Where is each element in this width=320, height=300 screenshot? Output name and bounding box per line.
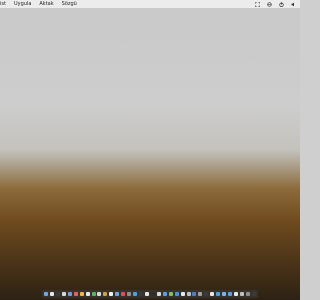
dock-app-icon[interactable] bbox=[109, 292, 114, 296]
dock-app-icon[interactable] bbox=[216, 292, 221, 296]
dock-app-icon[interactable] bbox=[67, 292, 72, 296]
menu-item-file[interactable]: ist bbox=[0, 0, 6, 8]
dock-app-icon[interactable] bbox=[251, 292, 256, 296]
dock-app-icon[interactable] bbox=[156, 292, 161, 296]
menu-item-dictionary[interactable]: Sözgü bbox=[62, 0, 77, 8]
dock-app-icon[interactable] bbox=[174, 292, 179, 296]
dock-app-icon[interactable] bbox=[55, 292, 60, 296]
dock-app-icon[interactable] bbox=[210, 292, 215, 296]
dock-app-icon[interactable] bbox=[103, 292, 108, 296]
expand-icon[interactable] bbox=[255, 1, 260, 7]
dock-app-icon[interactable] bbox=[239, 292, 244, 296]
dock-app-icon[interactable] bbox=[228, 292, 233, 296]
dock-app-icon[interactable] bbox=[61, 292, 66, 296]
dock-app-icon[interactable] bbox=[192, 292, 197, 296]
dock-app-icon[interactable] bbox=[79, 292, 84, 296]
dock-app-icon[interactable] bbox=[139, 292, 143, 296]
dock-app-icon[interactable] bbox=[162, 292, 167, 296]
dock-app-icon[interactable] bbox=[222, 292, 227, 296]
dock-app-icon[interactable] bbox=[115, 292, 120, 296]
dock-app-icon[interactable] bbox=[186, 292, 191, 296]
dock-app-icon[interactable] bbox=[73, 292, 78, 296]
dock-app-icon[interactable] bbox=[234, 292, 238, 296]
settings-icon[interactable] bbox=[267, 1, 272, 7]
dock-app-icon[interactable] bbox=[180, 292, 185, 296]
dock-app-icon[interactable] bbox=[245, 292, 250, 296]
desktop-wallpaper bbox=[0, 0, 300, 300]
dock-app-icon[interactable] bbox=[49, 292, 54, 296]
dock bbox=[42, 290, 258, 298]
speaker-icon[interactable] bbox=[291, 2, 296, 7]
dock-app-icon[interactable] bbox=[168, 292, 173, 296]
dock-app-icon[interactable] bbox=[144, 292, 149, 296]
dock-app-icon[interactable] bbox=[85, 292, 90, 296]
menu-item-actions[interactable]: Aktak bbox=[39, 0, 53, 8]
menu-item-apply[interactable]: Uygula bbox=[14, 0, 31, 8]
dock-app-icon[interactable] bbox=[127, 292, 132, 296]
system-tray bbox=[255, 0, 296, 8]
dock-app-icon[interactable] bbox=[133, 292, 138, 296]
dock-app-icon[interactable] bbox=[150, 292, 155, 296]
dock-app-icon[interactable] bbox=[97, 292, 102, 296]
app-menu: ist Uygula Aktak Sözgü bbox=[0, 0, 77, 8]
top-menubar: ist Uygula Aktak Sözgü bbox=[0, 0, 300, 8]
dock-app-icon[interactable] bbox=[44, 292, 48, 296]
dock-app-icon[interactable] bbox=[198, 292, 203, 296]
dock-app-icon[interactable] bbox=[91, 292, 96, 296]
dock-app-icon[interactable] bbox=[121, 292, 126, 296]
power-icon[interactable] bbox=[279, 1, 284, 7]
dock-app-icon[interactable] bbox=[204, 292, 209, 296]
